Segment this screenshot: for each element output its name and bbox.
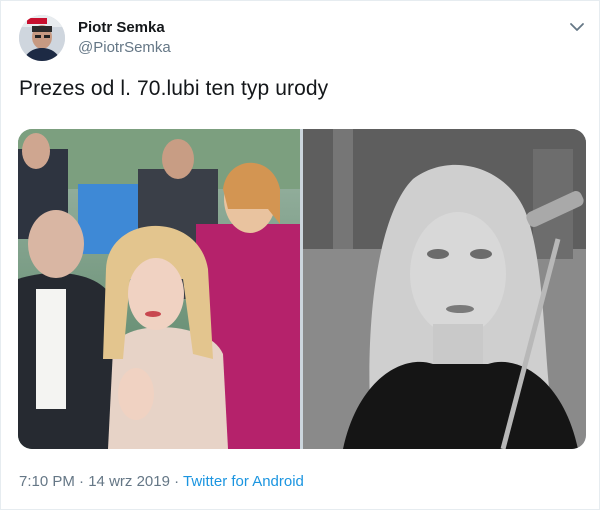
author-handle[interactable]: @PiotrSemka — [78, 39, 171, 56]
author-name[interactable]: Piotr Semka — [78, 19, 165, 36]
tweet-date[interactable]: 14 wrz 2019 — [88, 473, 170, 490]
tweet-time[interactable]: 7:10 PM — [19, 473, 75, 490]
meta-separator: · — [79, 473, 85, 490]
photo-left[interactable] — [18, 129, 300, 449]
photo-right[interactable] — [303, 129, 586, 449]
tweet-card: Piotr Semka @PiotrSemka Prezes od l. 70.… — [0, 0, 600, 510]
tweet-text: Prezes od l. 70.lubi ten typ urody — [19, 77, 329, 100]
meta-separator: · — [174, 473, 180, 490]
tweet-source-link[interactable]: Twitter for Android — [183, 473, 304, 490]
tweet-meta: 7:10 PM · 14 wrz 2019 · Twitter for Andr… — [19, 473, 304, 490]
avatar[interactable] — [19, 15, 65, 61]
chevron-down-icon[interactable] — [567, 17, 587, 37]
tweet-media[interactable] — [18, 129, 586, 449]
